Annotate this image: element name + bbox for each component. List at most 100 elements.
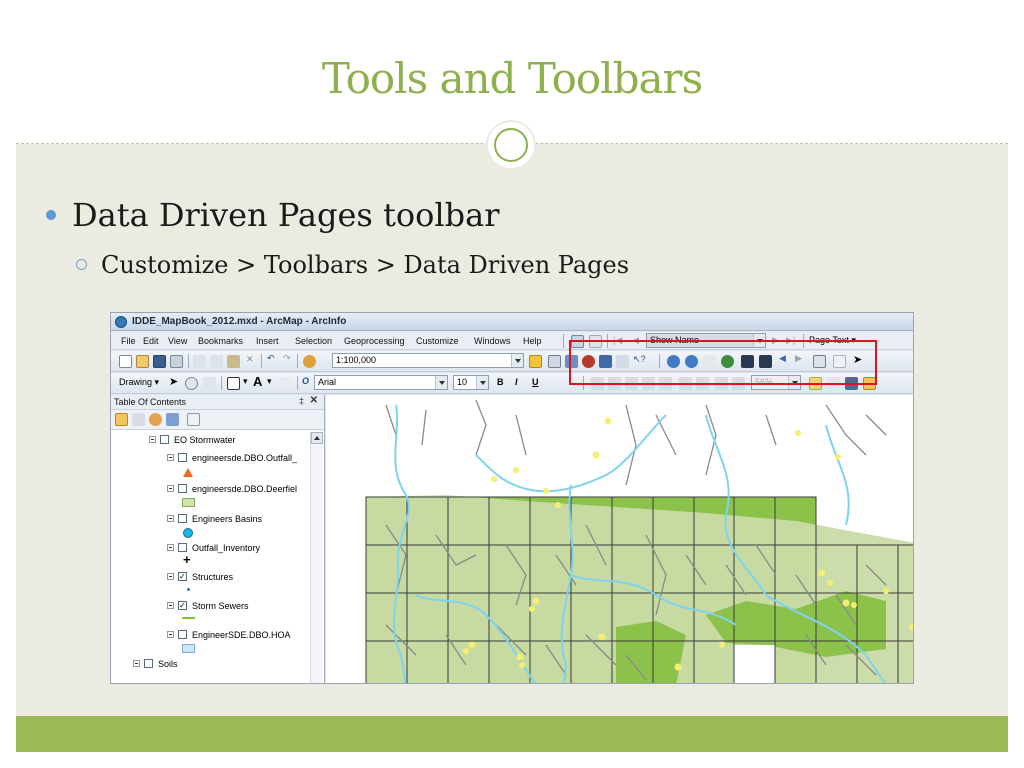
toc-title: Table Of Contents <box>114 397 187 407</box>
toolbar-separator <box>188 354 189 368</box>
collapse-icon[interactable] <box>167 485 174 492</box>
layer-checkbox[interactable] <box>178 453 187 462</box>
layer-engineers-basins[interactable]: Engineers Basins <box>167 513 262 524</box>
list-by-selection-icon[interactable] <box>166 413 179 426</box>
line-green-icon <box>182 617 195 619</box>
collapse-icon[interactable] <box>167 515 174 522</box>
layer-checkbox-checked[interactable] <box>178 572 187 581</box>
collapse-icon[interactable] <box>149 436 156 443</box>
drawing-menu-label: Drawing <box>119 377 153 387</box>
list-by-visibility-icon[interactable] <box>149 413 162 426</box>
editor-toolbar-icon[interactable] <box>529 355 542 368</box>
menu-insert[interactable]: Insert <box>256 336 279 346</box>
window-titlebar: IDDE_MapBook_2012.mxd - ArcMap - ArcInfo <box>111 313 913 331</box>
layer-name: Soils <box>158 659 178 669</box>
edit-vertices-icon[interactable] <box>279 377 292 390</box>
chevron-down-icon[interactable] <box>511 354 523 367</box>
square-lightblue-icon <box>182 644 195 653</box>
cut-icon[interactable] <box>193 355 206 368</box>
layer-hoa[interactable]: EngineerSDE.DBO.HOA <box>167 629 291 640</box>
layer-checkbox[interactable] <box>144 659 153 668</box>
rotate-icon[interactable] <box>185 377 198 390</box>
undo-icon[interactable]: ↶ <box>267 353 275 364</box>
collapse-icon[interactable] <box>167 631 174 638</box>
close-icon[interactable]: ✕ <box>310 395 318 406</box>
italic-button[interactable]: I <box>515 377 518 387</box>
options-icon[interactable] <box>187 413 200 426</box>
text-tool-icon[interactable]: A <box>253 374 262 389</box>
layer-checkbox[interactable] <box>178 543 187 552</box>
layer-outfall-inventory[interactable]: Outfall_Inventory <box>167 542 260 553</box>
list-by-source-icon[interactable] <box>132 413 145 426</box>
ring-icon <box>494 128 528 162</box>
layer-checkbox[interactable] <box>160 435 169 444</box>
map-scale-field[interactable]: 1:100,000 <box>332 353 524 368</box>
open-folder-icon[interactable] <box>136 355 149 368</box>
toc-scrollbar[interactable] <box>310 432 323 683</box>
layer-group-soils[interactable]: Soils <box>133 658 178 669</box>
menu-edit[interactable]: Edit <box>143 336 159 346</box>
layer-structures[interactable]: Structures <box>167 571 233 582</box>
list-by-drawing-order-icon[interactable] <box>115 413 128 426</box>
layer-name: Structures <box>192 572 234 582</box>
menu-file[interactable]: File <box>121 336 136 346</box>
menu-help[interactable]: Help <box>523 336 542 346</box>
collapse-icon[interactable] <box>167 602 174 609</box>
chevron-down-icon[interactable]: ▾ <box>243 376 248 387</box>
chevron-down-icon[interactable]: ▾ <box>267 376 272 387</box>
drawing-menu[interactable]: Drawing ▾ <box>119 377 159 388</box>
toolbar-separator <box>221 376 222 390</box>
collapse-icon[interactable] <box>133 660 140 667</box>
underline-button[interactable]: U <box>532 377 539 387</box>
collapse-icon[interactable] <box>167 544 174 551</box>
map-display[interactable] <box>326 395 914 684</box>
layer-deerfield[interactable]: engineersde.DBO.Deerfiel <box>167 483 297 494</box>
layer-checkbox[interactable] <box>178 484 187 493</box>
slide-title: Tools and Toolbars <box>321 54 703 103</box>
layer-outfall[interactable]: engineersde.DBO.Outfall_ <box>167 452 297 463</box>
menu-selection[interactable]: Selection <box>295 336 332 346</box>
scroll-up-icon[interactable] <box>311 432 323 444</box>
menu-view[interactable]: View <box>168 336 187 346</box>
copy-icon[interactable] <box>210 355 223 368</box>
toc-toolbar <box>111 410 324 430</box>
map-canvas[interactable] <box>326 395 914 684</box>
menu-geoprocessing[interactable]: Geoprocessing <box>344 336 405 346</box>
select-elements-icon[interactable]: ➤ <box>169 375 178 388</box>
layer-checkbox[interactable] <box>178 514 187 523</box>
font-name-value: Arial <box>318 377 337 387</box>
layer-storm-sewers[interactable]: Storm Sewers <box>167 600 249 611</box>
new-document-icon[interactable] <box>119 355 132 368</box>
delete-icon[interactable]: ✕ <box>246 354 254 365</box>
bold-button[interactable]: B <box>497 377 504 387</box>
paste-icon[interactable] <box>227 355 240 368</box>
redo-icon[interactable]: ↷ <box>283 353 291 364</box>
toolbar-highlight-box <box>569 340 877 385</box>
layer-group-eo-stormwater[interactable]: EO Stormwater <box>149 434 236 445</box>
pin-icon[interactable]: ‡ <box>299 396 304 406</box>
chevron-down-icon[interactable] <box>476 376 488 389</box>
zoom-to-selected-icon[interactable] <box>203 377 216 390</box>
layer-name: engineersde.DBO.Outfall_ <box>192 453 298 463</box>
toc-header: Table Of Contents ‡ ✕ <box>111 395 324 410</box>
layer-checkbox[interactable] <box>178 630 187 639</box>
collapse-icon[interactable] <box>167 454 174 461</box>
layer-checkbox-checked[interactable] <box>178 601 187 610</box>
print-icon[interactable] <box>170 355 183 368</box>
rectangle-icon[interactable] <box>227 377 240 390</box>
save-icon[interactable] <box>153 355 166 368</box>
layer-name: Outfall_Inventory <box>192 543 261 553</box>
menu-customize[interactable]: Customize <box>416 336 459 346</box>
collapse-icon[interactable] <box>167 573 174 580</box>
bullet-dot-icon <box>46 209 56 220</box>
menu-windows[interactable]: Windows <box>474 336 511 346</box>
font-name-select[interactable]: Arial <box>314 375 448 390</box>
plus-icon: + <box>183 552 191 567</box>
chevron-down-icon[interactable] <box>435 376 447 389</box>
font-size-select[interactable]: 10 <box>453 375 489 390</box>
bullet-main-text: Data Driven Pages toolbar <box>72 196 500 234</box>
table-of-contents-icon[interactable] <box>548 355 561 368</box>
menu-bookmarks[interactable]: Bookmarks <box>198 336 243 346</box>
add-data-icon[interactable] <box>303 355 316 368</box>
parcel-patch <box>616 621 686 683</box>
